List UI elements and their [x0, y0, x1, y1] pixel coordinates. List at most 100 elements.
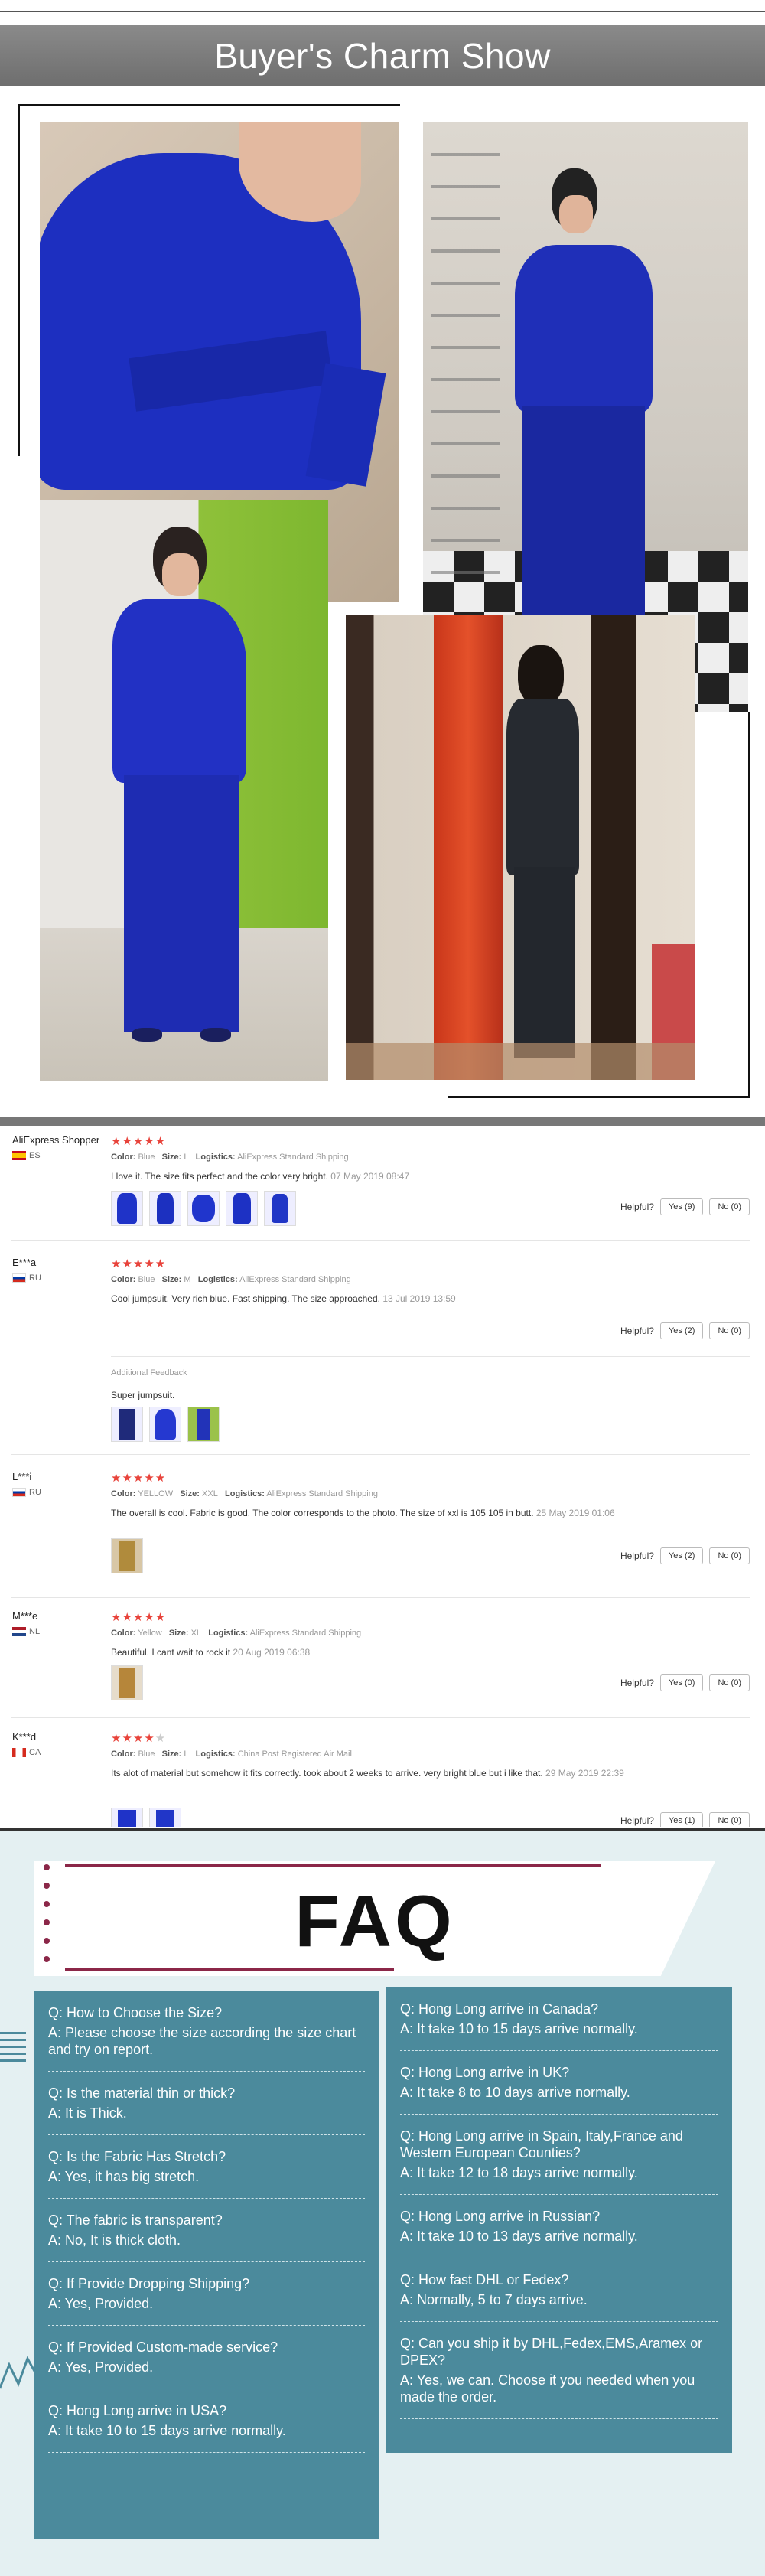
review-thumbnails — [111, 1407, 220, 1442]
review-meta: Color: Yellow Size: XL Logistics: AliExp… — [111, 1629, 362, 1638]
review-photo-thumb[interactable] — [111, 1407, 143, 1442]
review-meta: Color: YELLOW Size: XXL Logistics: AliEx… — [111, 1489, 378, 1498]
review-photo-thumb[interactable] — [187, 1191, 220, 1226]
additional-feedback-label: Additional Feedback — [111, 1368, 187, 1378]
faq-item: Q: Hong Long arrive in USA? A: It take 10… — [48, 2389, 365, 2453]
helpful-yes-button[interactable]: Yes (1) — [659, 1812, 704, 1827]
additional-feedback-text: Super jumpsuit. — [111, 1390, 175, 1400]
review-meta: Color: Blue Size: L Logistics: China Pos… — [111, 1749, 352, 1759]
helpful-controls: Helpful? Yes (2) No (0) — [620, 1547, 750, 1564]
star-rating: ★★★★★ — [111, 1135, 167, 1148]
review-meta: Color: Blue Size: M Logistics: AliExpres… — [111, 1275, 351, 1284]
review-text: Its alot of material but somehow it fits… — [111, 1768, 624, 1779]
flag-es-icon — [12, 1151, 26, 1160]
faq-dot — [44, 1919, 50, 1925]
frame-line-top — [18, 104, 400, 106]
faq-item: Q: Hong Long arrive in Spain, Italy,Fran… — [400, 2115, 718, 2195]
review-photo-thumb[interactable] — [226, 1191, 258, 1226]
review-photo-thumb[interactable] — [111, 1808, 143, 1827]
faq-section: FAQ Q: How to Choose the Size? A: Please … — [0, 1831, 765, 2576]
review-date: 29 May 2019 22:39 — [545, 1768, 624, 1779]
review-date: 13 Jul 2019 13:59 — [382, 1293, 456, 1304]
helpful-no-button[interactable]: No (0) — [709, 1198, 750, 1215]
faq-header: FAQ — [34, 1861, 715, 1976]
faq-item: Q: Is the Fabric Has Stretch? A: Yes, it … — [48, 2135, 365, 2199]
faq-dot — [44, 1901, 50, 1907]
review-thumbnails — [111, 1191, 296, 1226]
helpful-no-button[interactable]: No (0) — [709, 1547, 750, 1564]
flag-ca-icon — [12, 1748, 26, 1757]
frame-line-right — [748, 712, 750, 1098]
faq-dot — [44, 1864, 50, 1870]
additional-feedback-separator — [111, 1356, 750, 1357]
review-text: The overall is cool. Fabric is good. The… — [111, 1508, 615, 1518]
top-divider — [0, 11, 765, 12]
review-text: Cool jumpsuit. Very rich blue. Fast ship… — [111, 1293, 456, 1304]
customer-photo-3[interactable] — [40, 500, 328, 1081]
helpful-yes-button[interactable]: Yes (2) — [659, 1547, 704, 1564]
faq-item: Q: If Provide Dropping Shipping? A: Yes, … — [48, 2262, 365, 2326]
zigzag-decoration-icon — [0, 2356, 35, 2389]
reviewer-name: L***i — [12, 1471, 32, 1482]
helpful-controls: Helpful? Yes (0) No (0) — [620, 1674, 750, 1691]
helpful-yes-button[interactable]: Yes (2) — [659, 1322, 704, 1339]
star-rating: ★★★★★ — [111, 1732, 167, 1745]
reviews-top-bar — [0, 1117, 765, 1126]
review-photo-thumb[interactable] — [149, 1808, 181, 1827]
faq-column-right: Q: Hong Long arrive in Canada? A: It take… — [386, 1987, 732, 2453]
review-date: 25 May 2019 01:06 — [536, 1508, 615, 1518]
review-separator — [11, 1717, 750, 1718]
flag-nl-icon — [12, 1627, 26, 1636]
helpful-controls: Helpful? Yes (2) No (0) — [620, 1322, 750, 1339]
review-photo-thumb[interactable] — [149, 1191, 181, 1226]
review-photo-thumb[interactable] — [187, 1407, 220, 1442]
review-card: M***e NL ★★★★★ Color: Yellow Size: XL Lo… — [0, 1610, 765, 1717]
review-meta: Color: Blue Size: L Logistics: AliExpres… — [111, 1153, 349, 1162]
review-card: K***d CA ★★★★★ Color: Blue Size: L Logis… — [0, 1731, 765, 1827]
faq-item: Q: Is the material thin or thick? A: It i… — [48, 2072, 365, 2135]
review-separator — [11, 1454, 750, 1455]
helpful-yes-button[interactable]: Yes (0) — [659, 1674, 704, 1691]
review-thumbnails — [111, 1538, 143, 1573]
banner-title: Buyer's Charm Show — [214, 36, 551, 76]
faq-dot — [44, 1956, 50, 1962]
review-photo-thumb[interactable] — [111, 1665, 143, 1700]
buyers-show-banner: Buyer's Charm Show — [0, 25, 765, 86]
faq-item: Q: Can you ship it by DHL,Fedex,EMS,Aram… — [400, 2322, 718, 2419]
helpful-controls: Helpful? Yes (9) No (0) — [620, 1198, 750, 1215]
reviewer-name: M***e — [12, 1610, 38, 1622]
helpful-no-button[interactable]: No (0) — [709, 1674, 750, 1691]
flag-ru-icon — [12, 1273, 26, 1283]
review-photo-thumb[interactable] — [264, 1191, 296, 1226]
faq-item: Q: The fabric is transparent? A: No, It i… — [48, 2199, 365, 2262]
star-rating: ★★★★★ — [111, 1472, 167, 1485]
helpful-no-button[interactable]: No (0) — [709, 1812, 750, 1827]
flag-ru-icon — [12, 1488, 26, 1497]
star-rating: ★★★★★ — [111, 1257, 167, 1270]
reviewer-country: RU — [12, 1488, 41, 1497]
review-thumbnails — [111, 1808, 181, 1827]
review-photo-thumb[interactable] — [111, 1538, 143, 1573]
reviewer-name: K***d — [12, 1731, 37, 1743]
helpful-no-button[interactable]: No (0) — [709, 1322, 750, 1339]
faq-rule-top — [65, 1864, 601, 1867]
review-photo-thumb[interactable] — [149, 1407, 181, 1442]
faq-dot — [44, 1883, 50, 1889]
faq-item: Q: Hong Long arrive in Russian? A: It tak… — [400, 2195, 718, 2258]
review-date: 20 Aug 2019 06:38 — [233, 1647, 311, 1658]
reviewer-country: CA — [12, 1748, 41, 1757]
helpful-yes-button[interactable]: Yes (9) — [659, 1198, 704, 1215]
reviewer-country: ES — [12, 1151, 41, 1160]
review-separator — [11, 1240, 750, 1241]
faq-rule-bottom — [65, 1968, 394, 1971]
helpful-controls: Helpful? Yes (1) No (0) — [620, 1812, 750, 1827]
customer-photo-4[interactable] — [346, 615, 695, 1080]
review-card: L***i RU ★★★★★ Color: YELLOW Size: XXL L… — [0, 1471, 765, 1586]
review-date: 07 May 2019 08:47 — [330, 1171, 410, 1182]
frame-line-bottom — [448, 1096, 750, 1098]
review-text: I love it. The size fits perfect and the… — [111, 1171, 410, 1182]
reviewer-country: RU — [12, 1273, 41, 1283]
frame-line-left — [18, 104, 20, 456]
review-card: E***a RU ★★★★★ Color: Blue Size: M Logis… — [0, 1257, 765, 1448]
review-photo-thumb[interactable] — [111, 1191, 143, 1226]
